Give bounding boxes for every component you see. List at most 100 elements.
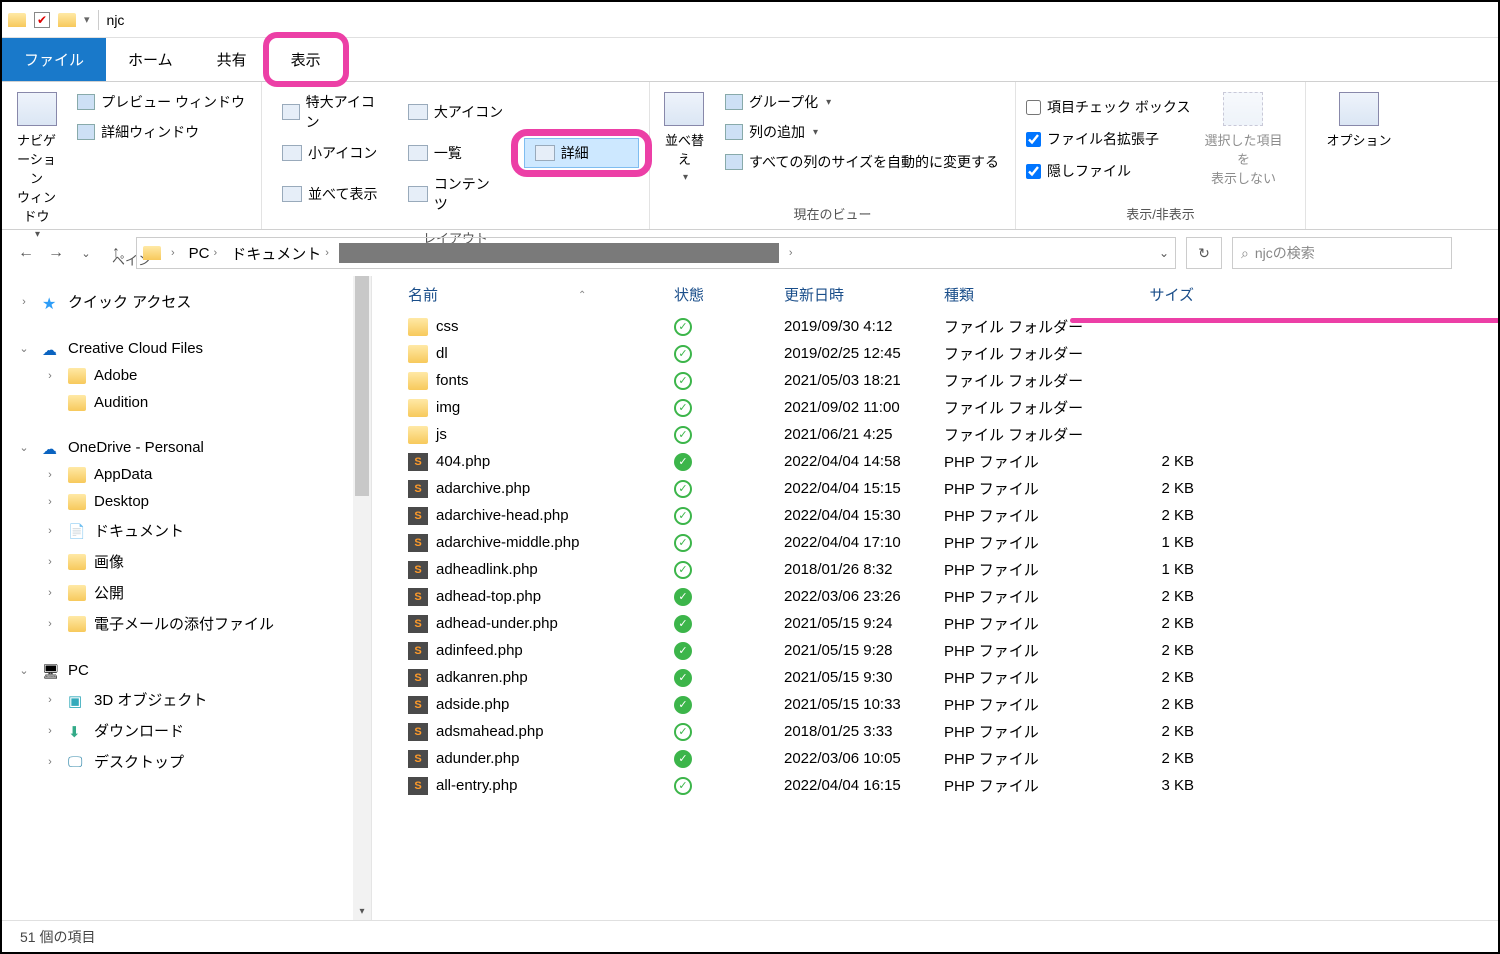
col-state[interactable]: 状態 — [674, 284, 784, 305]
sidebar-item[interactable]: ›▣3D オブジェクト — [2, 684, 371, 715]
layout-content[interactable]: コンテンツ — [398, 170, 514, 218]
details-pane-button[interactable]: 詳細ウィンドウ — [71, 120, 251, 144]
layout-large[interactable]: 大アイコン — [398, 88, 514, 136]
address-bar[interactable]: › PC› ドキュメント› › ⌄ — [136, 237, 1176, 269]
file-row[interactable]: Sadarchive.php✓2022/04/04 15:15PHP ファイル2… — [404, 475, 1498, 502]
sort-button[interactable]: 並べ替え▾ — [660, 88, 709, 183]
options-button[interactable]: オプション — [1316, 88, 1402, 149]
file-row[interactable]: Sadheadlink.php✓2018/01/26 8:32PHP ファイル1… — [404, 556, 1498, 583]
nav-pane-button[interactable]: ナビゲーション ウィンドウ▾ — [12, 88, 61, 240]
group-by-button[interactable]: グループ化▾ — [719, 90, 1005, 114]
qat-checkbox-icon[interactable]: ✔ — [34, 12, 50, 28]
address-dropdown-icon[interactable]: ⌄ — [1159, 246, 1169, 260]
tree-caret-icon[interactable]: ⌄ — [14, 441, 34, 454]
sidebar-item[interactable]: ›📄ドキュメント — [2, 515, 371, 546]
item-checkboxes-toggle[interactable]: 項目チェック ボックス — [1026, 94, 1190, 120]
sidebar-item[interactable]: ⌄🖥PC — [2, 657, 371, 684]
breadcrumb-tail[interactable]: › — [785, 247, 797, 259]
tab-home[interactable]: ホーム — [106, 38, 195, 81]
breadcrumb-documents[interactable]: ドキュメント› — [227, 243, 333, 264]
file-extensions-toggle[interactable]: ファイル名拡張子 — [1026, 126, 1190, 152]
file-row[interactable]: Sadside.php✓2021/05/15 10:33PHP ファイル2 KB — [404, 691, 1498, 718]
tree-caret-icon[interactable]: › — [40, 725, 60, 737]
fit-columns-button[interactable]: すべての列のサイズを自動的に変更する — [719, 150, 1005, 174]
col-type[interactable]: 種類 — [944, 284, 1114, 305]
forward-button[interactable]: → — [46, 243, 66, 263]
breadcrumb-pc[interactable]: PC› — [185, 245, 222, 262]
file-row[interactable]: Sadinfeed.php✓2021/05/15 9:28PHP ファイル2 K… — [404, 637, 1498, 664]
sidebar-item[interactable]: Audition — [2, 389, 371, 416]
tree-caret-icon[interactable]: ⌄ — [14, 664, 34, 677]
tree-caret-icon[interactable]: › — [40, 525, 60, 537]
tab-file[interactable]: ファイル — [2, 38, 106, 81]
preview-pane-button[interactable]: プレビュー ウィンドウ — [71, 90, 251, 114]
file-row[interactable]: Sadarchive-middle.php✓2022/04/04 17:10PH… — [404, 529, 1498, 556]
tree-caret-icon[interactable]: › — [40, 556, 60, 568]
scroll-down-icon[interactable]: ▾ — [353, 902, 371, 920]
file-row[interactable]: js✓2021/06/21 4:25ファイル フォルダー — [404, 421, 1498, 448]
sidebar-item[interactable]: ›電子メールの添付ファイル — [2, 608, 371, 639]
col-date[interactable]: 更新日時 — [784, 284, 944, 305]
tab-view[interactable]: 表示 — [269, 38, 343, 81]
qat-overflow-icon[interactable]: ▾ — [84, 13, 90, 26]
add-columns-button[interactable]: 列の追加▾ — [719, 120, 1005, 144]
sidebar-scrollbar[interactable]: ▴ ▾ — [353, 276, 371, 920]
col-name[interactable]: 名前⌃ — [404, 284, 674, 305]
layout-small[interactable]: 小アイコン — [272, 138, 388, 168]
sidebar-item[interactable]: ›⬇ダウンロード — [2, 715, 371, 746]
scrollbar-thumb[interactable] — [355, 276, 369, 496]
sidebar-item[interactable]: ›Desktop — [2, 488, 371, 515]
folder-file-icon — [408, 399, 428, 417]
search-input[interactable]: ⌕ njcの検索 — [1232, 237, 1452, 269]
file-row[interactable]: Sadarchive-head.php✓2022/04/04 15:30PHP … — [404, 502, 1498, 529]
tree-caret-icon[interactable]: › — [40, 756, 60, 768]
file-row[interactable]: Sadsmahead.php✓2018/01/25 3:33PHP ファイル2 … — [404, 718, 1498, 745]
tree-caret-icon[interactable]: › — [40, 469, 60, 481]
file-size: 1 KB — [1114, 534, 1204, 551]
sidebar-item[interactable]: ›★クイック アクセス — [2, 286, 371, 317]
file-name: adkanren.php — [436, 669, 528, 686]
col-size[interactable]: サイズ — [1114, 284, 1204, 305]
tree-caret-icon[interactable]: › — [40, 587, 60, 599]
history-dropdown[interactable]: ⌄ — [76, 243, 96, 263]
file-name: adside.php — [436, 696, 509, 713]
file-row[interactable]: fonts✓2021/05/03 18:21ファイル フォルダー — [404, 367, 1498, 394]
star-icon: ★ — [42, 294, 60, 310]
tab-share[interactable]: 共有 — [195, 38, 269, 81]
tree-caret-icon[interactable]: ⌄ — [14, 342, 34, 355]
sidebar-item[interactable]: ›Adobe — [2, 362, 371, 389]
tree-caret-icon[interactable]: › — [40, 694, 60, 706]
layout-tiles[interactable]: 並べて表示 — [272, 170, 388, 218]
sidebar-item[interactable]: ›公開 — [2, 577, 371, 608]
layout-details[interactable]: 詳細 — [524, 138, 639, 168]
back-button[interactable]: ← — [16, 243, 36, 263]
file-row[interactable]: Sadhead-top.php✓2022/03/06 23:26PHP ファイル… — [404, 583, 1498, 610]
file-type: PHP ファイル — [944, 478, 1114, 499]
sidebar-item[interactable]: ⌄☁Creative Cloud Files — [2, 335, 371, 362]
file-row[interactable]: Sadkanren.php✓2021/05/15 9:30PHP ファイル2 K… — [404, 664, 1498, 691]
tree-caret-icon[interactable]: › — [40, 618, 60, 630]
sidebar-item[interactable]: ›🖵デスクトップ — [2, 746, 371, 777]
tree-caret-icon[interactable]: › — [40, 370, 60, 382]
layout-list[interactable]: 一覧 — [398, 138, 514, 168]
hidden-files-toggle[interactable]: 隠しファイル — [1026, 158, 1190, 184]
sidebar-item[interactable]: ›AppData — [2, 461, 371, 488]
file-row[interactable]: dl✓2019/02/25 12:45ファイル フォルダー — [404, 340, 1498, 367]
file-date: 2021/05/15 9:28 — [784, 642, 944, 659]
tree-caret-icon[interactable]: › — [40, 496, 60, 508]
file-row[interactable]: S404.php✓2022/04/04 14:58PHP ファイル2 KB — [404, 448, 1498, 475]
up-button[interactable]: ↑ — [106, 243, 126, 263]
breadcrumb-root[interactable]: › — [167, 247, 179, 259]
refresh-button[interactable]: ↻ — [1186, 237, 1222, 269]
file-row[interactable]: img✓2021/09/02 11:00ファイル フォルダー — [404, 394, 1498, 421]
file-name: adhead-under.php — [436, 615, 558, 632]
tree-caret-icon[interactable]: › — [14, 296, 34, 308]
sidebar-item[interactable]: ⌄☁OneDrive - Personal — [2, 434, 371, 461]
download-icon: ⬇ — [68, 723, 86, 739]
qat-folder-icon[interactable] — [58, 13, 76, 27]
file-row[interactable]: Sadunder.php✓2022/03/06 10:05PHP ファイル2 K… — [404, 745, 1498, 772]
layout-extra-large[interactable]: 特大アイコン — [272, 88, 388, 136]
file-row[interactable]: Sall-entry.php✓2022/04/04 16:15PHP ファイル3… — [404, 772, 1498, 799]
file-row[interactable]: Sadhead-under.php✓2021/05/15 9:24PHP ファイ… — [404, 610, 1498, 637]
sidebar-item[interactable]: ›画像 — [2, 546, 371, 577]
